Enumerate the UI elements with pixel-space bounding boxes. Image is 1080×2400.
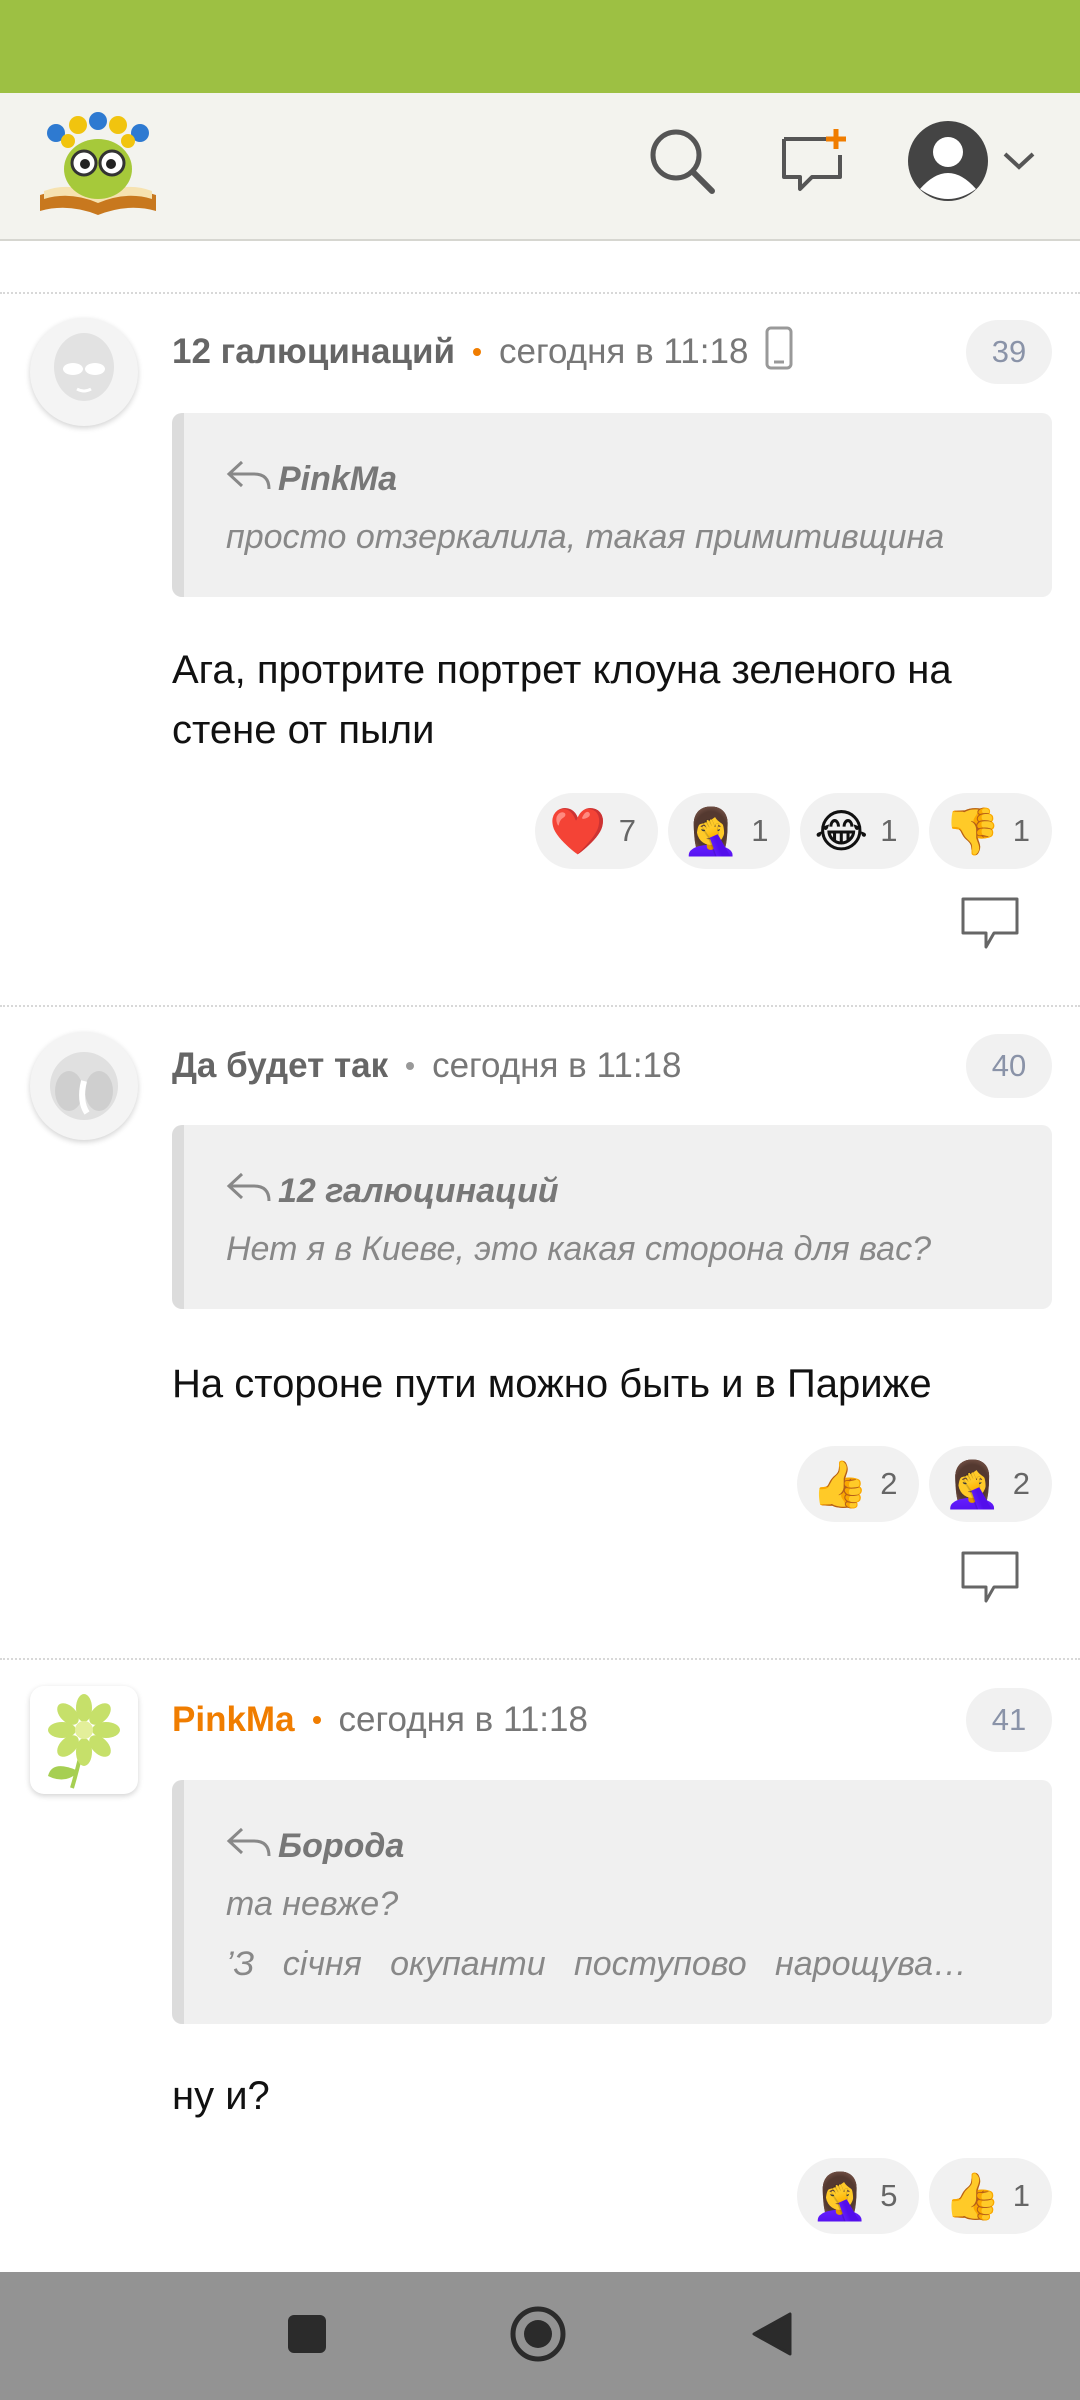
reaction-heart[interactable]: ❤️ 7 [535, 793, 658, 869]
separator-dot [406, 1062, 415, 1070]
reaction-thumbs-up[interactable]: 👍 2 [796, 1446, 920, 1522]
facepalm-icon: 🤦‍♀️ [810, 2169, 869, 2223]
comment-number[interactable]: 41 [966, 1688, 1052, 1752]
reaction-thumbs-up[interactable]: 👍 1 [929, 2158, 1052, 2234]
heart-icon: ❤️ [549, 804, 607, 858]
site-logo[interactable] [34, 107, 162, 223]
thumbs-up-icon: 👍 [810, 1457, 869, 1511]
quote-block: 12 галюцинаций Нет я в Киеве, это какая … [172, 1125, 1052, 1309]
home-button[interactable] [508, 2306, 568, 2366]
reaction-count: 5 [880, 2178, 898, 2213]
reaction-facepalm[interactable]: 🤦‍♀️ 1 [667, 793, 791, 869]
divider [0, 1005, 1080, 1007]
chevron-down-icon [1002, 151, 1036, 176]
facepalm-icon: 🤦‍♀️ [943, 1457, 1001, 1511]
comment-author[interactable]: Да будет так [172, 1046, 388, 1086]
avatar[interactable] [30, 1032, 138, 1140]
new-post-icon [778, 125, 850, 202]
reaction-facepalm[interactable]: 🤦‍♀️ 2 [929, 1446, 1052, 1522]
thumbs-up-icon: 👍 [943, 2169, 1001, 2223]
comment-number[interactable]: 39 [966, 320, 1052, 384]
comment-time[interactable]: сегодня в 11:18 [339, 1700, 588, 1740]
comment-author[interactable]: 12 галюцинаций [172, 332, 455, 372]
reactions-bar: 🤦‍♀️ 5 👍 1 [796, 2158, 1052, 2234]
comment-number[interactable]: 40 [966, 1034, 1052, 1098]
comment-time[interactable]: сегодня в 11:18 [499, 332, 748, 372]
reaction-count: 2 [1012, 1466, 1030, 1501]
reply-bubble-icon [960, 897, 1020, 956]
mobile-phone-icon [764, 325, 794, 380]
recent-apps-button[interactable] [277, 2306, 337, 2366]
divider [0, 292, 1080, 294]
search-icon [646, 125, 718, 202]
reaction-count: 1 [1012, 2178, 1030, 2213]
reply-arrow-icon [226, 1825, 278, 1868]
recent-apps-icon [285, 2312, 329, 2361]
quote-author[interactable]: PinkMa [278, 460, 397, 499]
profile-menu-button[interactable] [896, 117, 1046, 209]
quote-block: Борода та невже? ’З січня окупанти посту… [172, 1780, 1052, 2024]
reply-bubble-icon [960, 1551, 1020, 1610]
app-header [0, 93, 1080, 241]
reactions-bar: ❤️ 7 🤦‍♀️ 1 😂 1 👎 1 [535, 793, 1052, 869]
facepalm-icon: 🤦‍♀️ [681, 804, 740, 858]
back-icon [750, 2310, 794, 2363]
quote-author[interactable]: 12 галюцинаций [278, 1172, 559, 1211]
reactions-bar: 👍 2 🤦‍♀️ 2 [796, 1446, 1052, 1522]
quote-author[interactable]: Борода [278, 1827, 404, 1866]
laughing-icon: 😂 [814, 804, 869, 858]
comment-text: Ага, протрите портрет клоуна зеленого на… [172, 648, 952, 752]
quote-text: та невже? [226, 1885, 399, 1923]
reaction-laughing[interactable]: 😂 1 [800, 793, 920, 869]
reaction-thumbs-down[interactable]: 👎 1 [929, 793, 1052, 869]
divider [0, 1658, 1080, 1660]
reply-button[interactable] [960, 896, 1020, 952]
reaction-count: 2 [880, 1466, 898, 1501]
quote-text: просто отзеркалила, такая примитивщина [226, 518, 945, 556]
home-icon [509, 2305, 567, 2368]
reaction-count: 1 [1012, 813, 1030, 848]
quote-text: ’З січня окупанти поступово нарощува… [226, 1945, 968, 1983]
android-navigation-bar [0, 2272, 1080, 2400]
separator-dot [473, 348, 482, 356]
back-button[interactable] [742, 2306, 802, 2366]
reaction-count: 1 [751, 813, 769, 848]
quote-block: PinkMa просто отзеркалила, такая примити… [172, 413, 1052, 597]
quote-text: Нет я в Киеве, это какая сторона для вас… [226, 1230, 931, 1268]
avatar[interactable] [30, 318, 138, 426]
comment-time[interactable]: сегодня в 11:18 [432, 1046, 681, 1086]
thumbs-down-icon: 👎 [943, 804, 1001, 858]
comment-author[interactable]: PinkMa [172, 1700, 295, 1740]
new-post-button[interactable] [774, 123, 854, 203]
reaction-facepalm[interactable]: 🤦‍♀️ 5 [796, 2158, 920, 2234]
comment-text: На стороне пути можно быть и в Париже [172, 1362, 932, 1406]
reply-arrow-icon [226, 1170, 278, 1213]
status-bar [0, 0, 1080, 93]
reaction-count: 7 [618, 813, 636, 848]
reaction-count: 1 [880, 813, 898, 848]
profile-icon [906, 119, 990, 208]
avatar[interactable] [30, 1686, 138, 1794]
comment-text: ну и? [172, 2074, 270, 2118]
search-button[interactable] [642, 123, 722, 203]
separator-dot [312, 1716, 321, 1724]
reply-button[interactable] [960, 1550, 1020, 1606]
reply-arrow-icon [226, 458, 278, 501]
